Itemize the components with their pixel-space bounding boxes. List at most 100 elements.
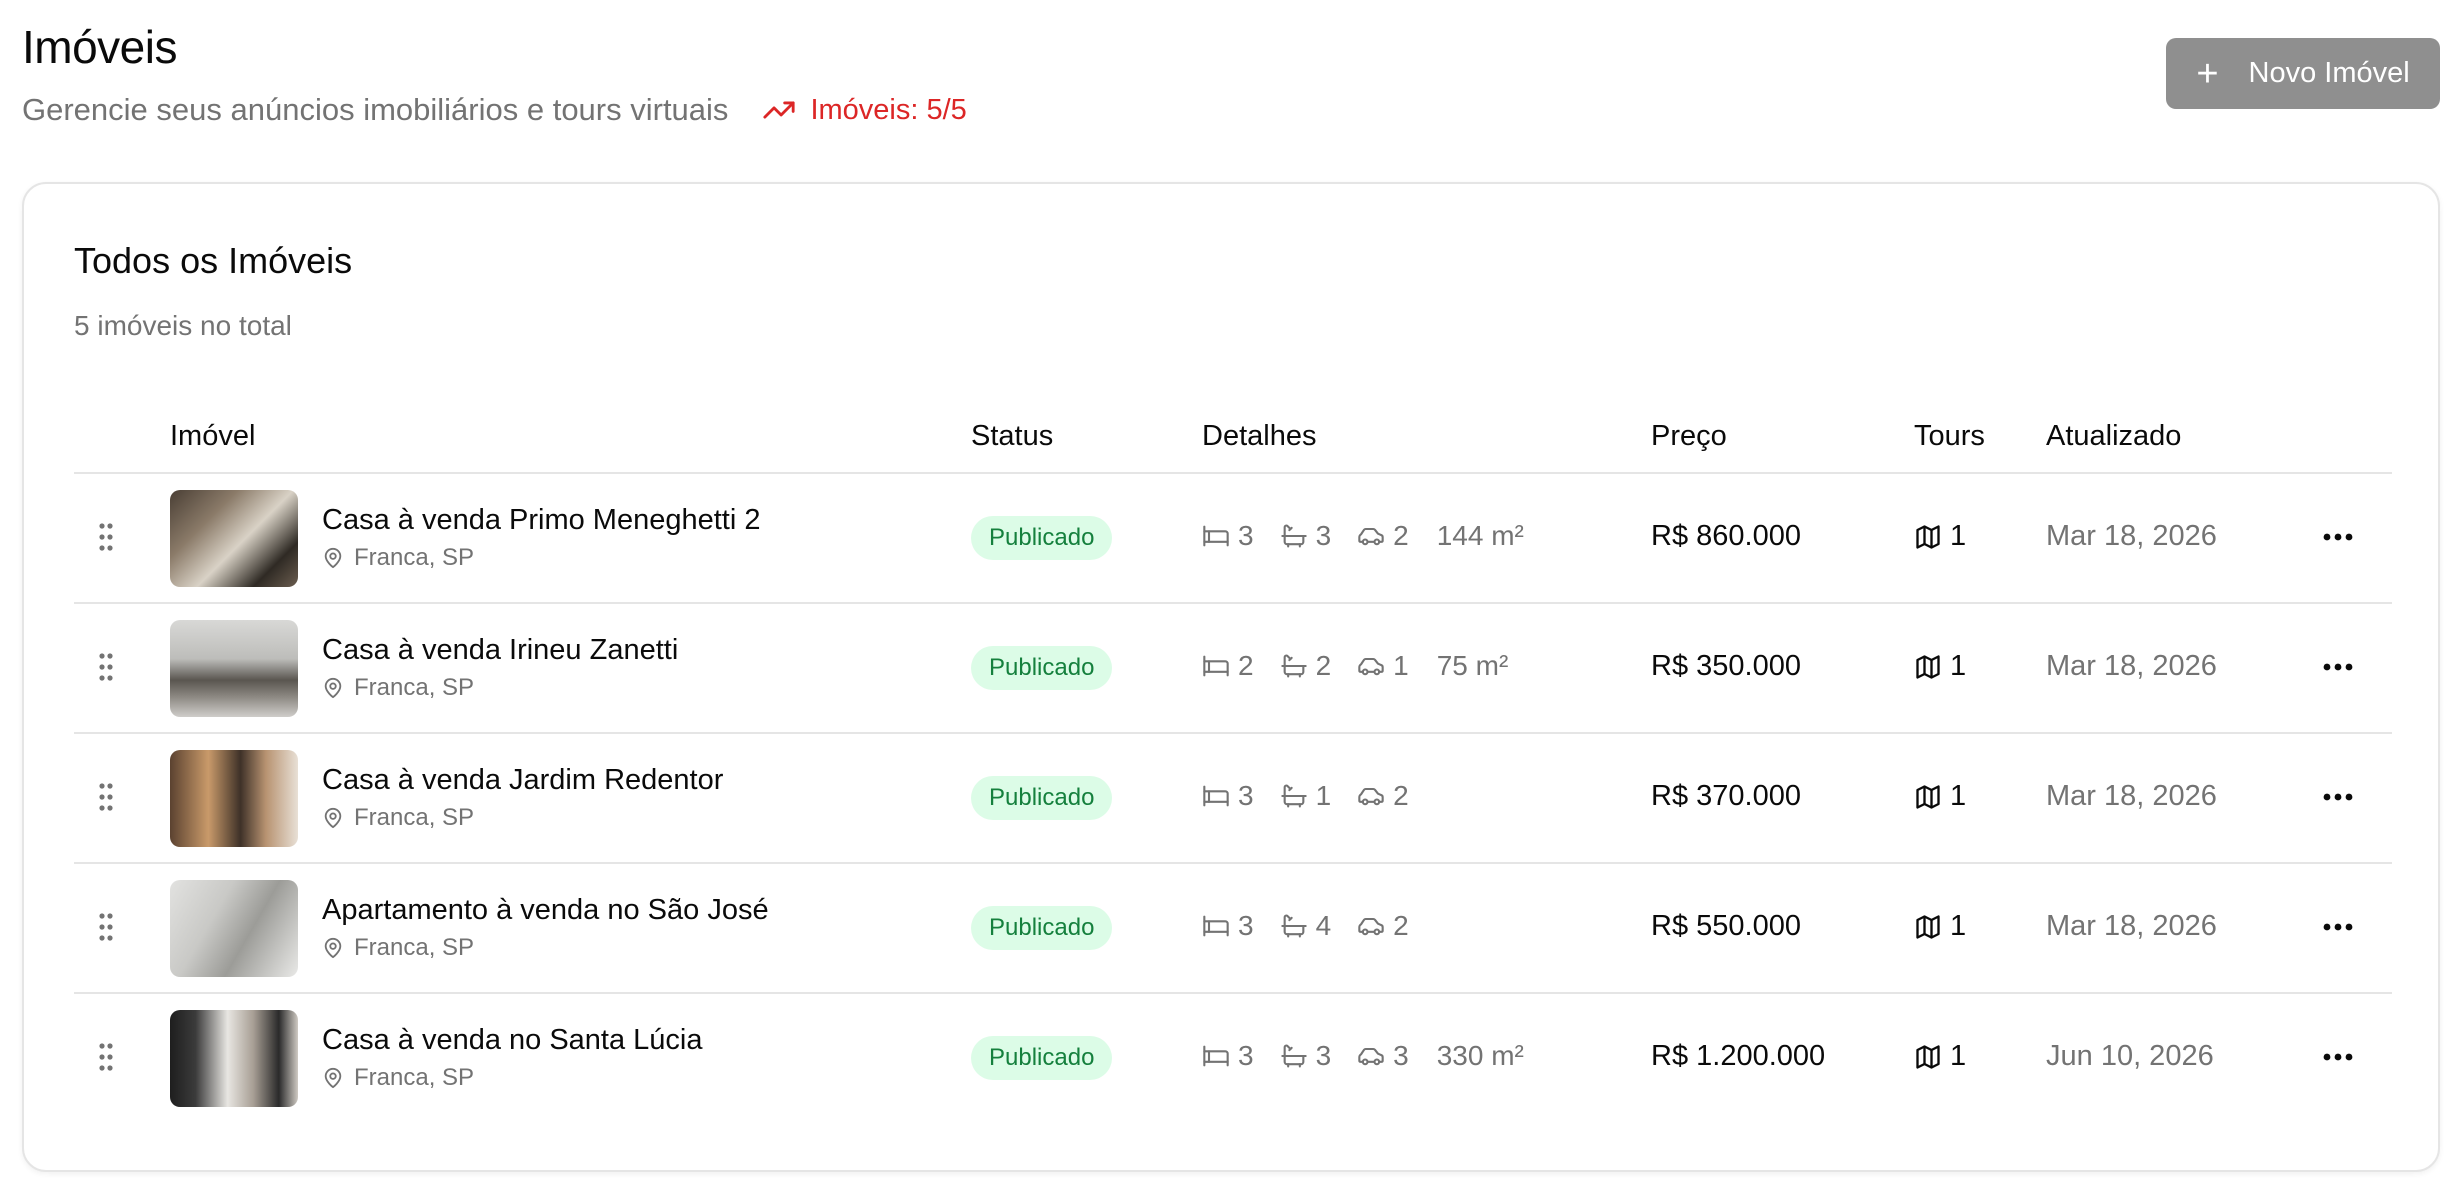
table-row[interactable]: Casa à venda Primo Meneghetti 2 Franca, … bbox=[74, 474, 2392, 604]
plus-icon: + bbox=[2196, 52, 2219, 95]
card-description: 5 imóveis no total bbox=[74, 310, 292, 341]
property-thumbnail[interactable] bbox=[170, 750, 298, 847]
area-size: 330 m² bbox=[1436, 1040, 1524, 1071]
page-subtitle: Gerencie seus anúncios imobiliários e to… bbox=[22, 92, 729, 127]
updated-date: Mar 18, 2026 bbox=[2046, 780, 2217, 812]
property-location-text: Franca, SP bbox=[354, 804, 475, 831]
bed-icon bbox=[1203, 915, 1229, 937]
column-header-price: Preço bbox=[1651, 420, 1727, 452]
drag-handle-icon[interactable] bbox=[98, 652, 114, 682]
bathrooms: 2 bbox=[1280, 650, 1332, 682]
row-actions-button[interactable] bbox=[2318, 1040, 2358, 1074]
tours-count[interactable]: 1 bbox=[1914, 520, 1966, 553]
property-details: 3 3 2 144 m² bbox=[1202, 520, 1524, 552]
row-actions-button[interactable] bbox=[2318, 910, 2358, 944]
table-row[interactable]: Apartamento à venda no São José Franca, … bbox=[74, 864, 2392, 994]
property-price: R$ 550.000 bbox=[1651, 910, 1801, 942]
drag-handle-icon[interactable] bbox=[98, 1042, 114, 1072]
row-actions-button[interactable] bbox=[2318, 650, 2358, 684]
map-pin-icon bbox=[324, 937, 342, 959]
map-pin-icon bbox=[324, 677, 342, 699]
updated-date: Jun 10, 2026 bbox=[2046, 1040, 2214, 1072]
bed-icon bbox=[1203, 785, 1229, 807]
tours-count[interactable]: 1 bbox=[1914, 780, 1966, 813]
bathrooms-count: 1 bbox=[1315, 780, 1332, 811]
property-name[interactable]: Apartamento à venda no São José bbox=[322, 894, 769, 927]
map-pin-icon bbox=[324, 1067, 342, 1089]
map-icon bbox=[1916, 784, 1940, 809]
property-thumbnail[interactable] bbox=[170, 1010, 298, 1107]
map-icon bbox=[1916, 1044, 1940, 1069]
tours-count[interactable]: 1 bbox=[1914, 1040, 1966, 1073]
property-thumbnail[interactable] bbox=[170, 620, 298, 717]
new-property-button[interactable]: + Novo Imóvel bbox=[2166, 38, 2440, 109]
property-location: Franca, SP bbox=[322, 804, 474, 832]
bath-icon bbox=[1280, 784, 1307, 808]
property-name[interactable]: Casa à venda Irineu Zanetti bbox=[322, 634, 678, 667]
bedrooms: 3 bbox=[1202, 520, 1254, 552]
property-price: R$ 860.000 bbox=[1651, 520, 1801, 552]
car-icon bbox=[1358, 917, 1384, 936]
tours-count-value: 1 bbox=[1950, 780, 1967, 812]
property-name[interactable]: Casa à venda no Santa Lúcia bbox=[322, 1024, 703, 1057]
tours-count-value: 1 bbox=[1950, 910, 1967, 942]
bathrooms: 4 bbox=[1280, 910, 1331, 942]
bed-icon bbox=[1203, 655, 1229, 677]
parking: 3 bbox=[1357, 1040, 1409, 1072]
property-location: Franca, SP bbox=[322, 1064, 474, 1092]
bathrooms-count: 2 bbox=[1315, 650, 1332, 681]
parking: 2 bbox=[1357, 780, 1409, 812]
map-icon bbox=[1916, 524, 1940, 549]
table-body: Casa à venda Primo Meneghetti 2 Franca, … bbox=[74, 474, 2392, 1124]
bed-icon bbox=[1203, 1045, 1229, 1067]
property-thumbnail[interactable] bbox=[170, 880, 298, 977]
column-header-updated: Atualizado bbox=[2046, 420, 2182, 452]
property-details: 3 3 3 330 m² bbox=[1202, 1040, 1524, 1072]
status-badge: Publicado bbox=[971, 1036, 1113, 1080]
tours-count[interactable]: 1 bbox=[1914, 650, 1966, 683]
bedrooms-count: 2 bbox=[1238, 650, 1254, 681]
row-actions-button[interactable] bbox=[2318, 780, 2358, 814]
drag-handle-icon[interactable] bbox=[98, 782, 114, 812]
parking-count: 1 bbox=[1393, 650, 1409, 681]
map-icon bbox=[1916, 914, 1940, 939]
area-size: 144 m² bbox=[1436, 520, 1524, 551]
property-thumbnail[interactable] bbox=[170, 490, 298, 587]
property-details: 3 1 2 bbox=[1202, 780, 1437, 812]
bed-icon bbox=[1203, 525, 1229, 547]
property-name[interactable]: Casa à venda Jardim Redentor bbox=[322, 764, 723, 797]
table-header: Imóvel Status Detalhes Preço Tours Atual… bbox=[74, 404, 2392, 474]
card-title: Todos os Imóveis bbox=[74, 240, 353, 281]
tours-count[interactable]: 1 bbox=[1914, 910, 1966, 943]
drag-handle-icon[interactable] bbox=[98, 522, 114, 552]
table-row[interactable]: Casa à venda no Santa Lúcia Franca, SP P… bbox=[74, 994, 2392, 1124]
usage-indicator: Imóveis: 5/5 bbox=[762, 93, 967, 127]
property-name[interactable]: Casa à venda Primo Meneghetti 2 bbox=[322, 504, 760, 537]
table-row[interactable]: Casa à venda Irineu Zanetti Franca, SP P… bbox=[74, 604, 2392, 734]
parking: 2 bbox=[1357, 910, 1409, 942]
property-location-text: Franca, SP bbox=[354, 934, 475, 961]
bedrooms: 3 bbox=[1202, 1040, 1254, 1072]
row-actions-button[interactable] bbox=[2318, 520, 2358, 554]
column-header-details: Detalhes bbox=[1202, 420, 1317, 452]
usage-text: Imóveis: 5/5 bbox=[810, 93, 967, 126]
property-location-text: Franca, SP bbox=[354, 544, 475, 571]
parking-count: 3 bbox=[1393, 1040, 1409, 1071]
property-details: 2 2 1 75 m² bbox=[1202, 650, 1508, 682]
column-header-tours: Tours bbox=[1914, 420, 1985, 452]
property-location: Franca, SP bbox=[322, 674, 474, 702]
properties-card: Todos os Imóveis 5 imóveis no total Imóv… bbox=[22, 182, 2440, 1172]
parking-count: 2 bbox=[1393, 910, 1409, 941]
updated-date: Mar 18, 2026 bbox=[2046, 520, 2217, 552]
drag-handle-icon[interactable] bbox=[98, 912, 114, 942]
table-row[interactable]: Casa à venda Jardim Redentor Franca, SP … bbox=[74, 734, 2392, 864]
status-badge: Publicado bbox=[971, 906, 1113, 950]
property-location-text: Franca, SP bbox=[354, 674, 475, 701]
status-badge: Publicado bbox=[971, 646, 1113, 690]
bedrooms-count: 3 bbox=[1238, 780, 1254, 811]
more-horizontal-icon bbox=[2323, 923, 2353, 931]
property-details: 3 4 2 bbox=[1202, 910, 1437, 942]
bathrooms: 3 bbox=[1280, 1040, 1331, 1072]
bath-icon bbox=[1280, 914, 1307, 938]
updated-date: Mar 18, 2026 bbox=[2046, 910, 2217, 942]
